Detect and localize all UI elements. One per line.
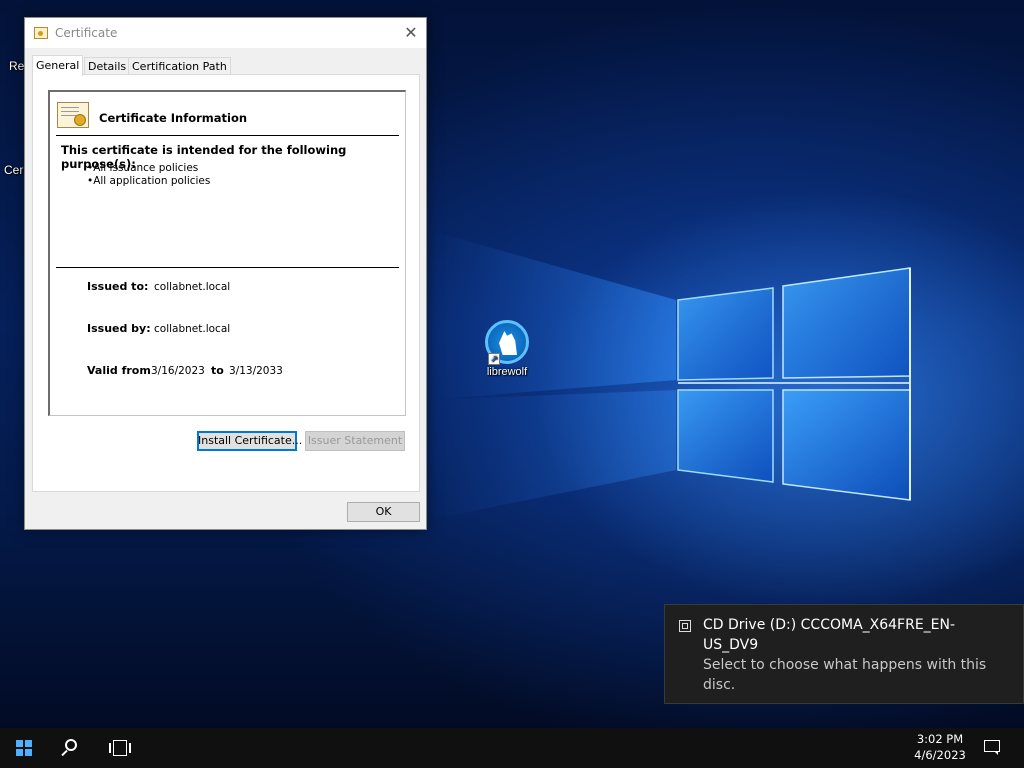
action-center-button[interactable] bbox=[972, 728, 1012, 768]
recycle-bin-label: Re bbox=[9, 59, 25, 73]
valid-to-value[interactable]: 3/13/2033 bbox=[229, 365, 283, 377]
search-button[interactable] bbox=[48, 728, 96, 768]
info-header: Certificate Information bbox=[99, 111, 248, 125]
issued-by-value[interactable]: collabnet.local bbox=[154, 323, 230, 335]
tab-certification-path[interactable]: Certification Path bbox=[128, 57, 231, 75]
issued-by-label: Issued by: bbox=[87, 322, 151, 335]
system-clock[interactable]: 3:02 PM 4/6/2023 bbox=[900, 731, 980, 763]
clock-date: 4/6/2023 bbox=[914, 748, 966, 762]
issued-to-value[interactable]: collabnet.local bbox=[154, 281, 230, 293]
certificate-icon bbox=[34, 27, 48, 39]
issuer-statement-button[interactable]: Issuer Statement bbox=[305, 431, 405, 451]
toast-title: CD Drive (D:) CCCOMA_X64FRE_EN-US_DV9 bbox=[703, 617, 956, 653]
taskbar: 3:02 PM 4/6/2023 bbox=[0, 728, 1024, 768]
start-button[interactable] bbox=[0, 728, 48, 768]
shortcut-arrow-icon: ↗ bbox=[488, 353, 500, 365]
install-certificate-button[interactable]: Install Certificate... bbox=[197, 431, 302, 451]
issued-to-label: Issued to: bbox=[87, 280, 149, 293]
close-button[interactable]: ✕ bbox=[396, 18, 426, 48]
clock-time: 3:02 PM bbox=[916, 732, 964, 746]
tab-general[interactable]: General bbox=[32, 55, 84, 76]
certificate-shortcut-label-partial[interactable]: Cer bbox=[4, 163, 23, 177]
recycle-bin-label-partial[interactable]: Re bbox=[9, 59, 24, 73]
ok-button[interactable]: OK bbox=[347, 502, 420, 522]
general-tab-panel: Certificate Information This certificate… bbox=[32, 74, 420, 492]
windows-logo-icon bbox=[16, 740, 32, 756]
close-icon: ✕ bbox=[404, 23, 418, 42]
cd-drive-icon bbox=[679, 620, 691, 632]
task-view-button[interactable] bbox=[96, 728, 144, 768]
purpose-list: All issuance policies All application po… bbox=[87, 162, 210, 188]
divider bbox=[56, 135, 399, 136]
toast-body: Select to choose what happens with this … bbox=[703, 657, 987, 693]
certificate-shortcut-label: Cer bbox=[4, 163, 24, 177]
desktop-icon-librewolf[interactable]: ↗ librewolf bbox=[477, 320, 537, 378]
certificate-info-box: Certificate Information This certificate… bbox=[48, 90, 406, 416]
tab-details[interactable]: Details bbox=[84, 57, 131, 75]
valid-to-label: to bbox=[211, 364, 224, 377]
valid-from-label: Valid from bbox=[87, 364, 151, 377]
purpose-item: All issuance policies bbox=[87, 162, 210, 175]
librewolf-icon: ↗ bbox=[485, 320, 529, 365]
divider bbox=[56, 267, 399, 268]
desktop-icon-label: librewolf bbox=[486, 366, 528, 378]
valid-from-value[interactable]: 3/16/2023 bbox=[151, 365, 205, 377]
notification-toast[interactable]: CD Drive (D:) CCCOMA_X64FRE_EN-US_DV9 Se… bbox=[664, 604, 1024, 704]
dialog-title: Certificate bbox=[55, 26, 118, 40]
purpose-item: All application policies bbox=[87, 175, 210, 188]
certificate-dialog: Certificate ✕ General Details Certificat… bbox=[24, 17, 427, 530]
certificate-icon bbox=[57, 102, 89, 128]
dialog-titlebar[interactable]: Certificate ✕ bbox=[25, 18, 426, 48]
